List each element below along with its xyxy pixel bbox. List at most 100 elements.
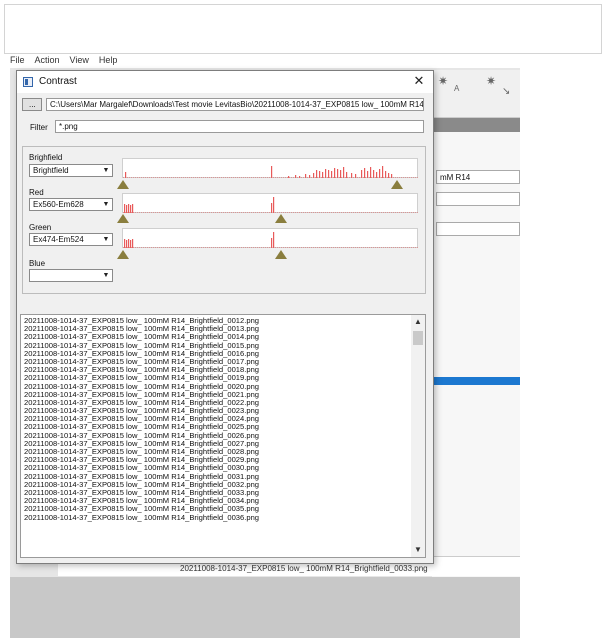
green-select[interactable]: Ex474-Em524 ▼ [29, 233, 113, 246]
dialog-title: Contrast [39, 76, 77, 87]
text-tool-icon[interactable]: A [454, 84, 459, 93]
green-select-value: Ex474-Em524 [33, 235, 84, 244]
red-select-value: Ex560-Em628 [33, 200, 84, 209]
main-selection-bar [432, 377, 520, 385]
histogram-bar [391, 174, 393, 178]
histogram-bar [271, 166, 273, 178]
histogram-bar [337, 169, 339, 178]
chevron-down-icon: ▼ [102, 167, 110, 174]
histogram-bar [346, 172, 348, 178]
histogram-bar [124, 204, 126, 213]
main-lower-area [10, 577, 520, 638]
path-field[interactable]: C:\Users\Mar Margalef\Downloads\Test mov… [46, 98, 424, 111]
histogram-bar [125, 172, 127, 178]
dialog-titlebar[interactable]: Contrast ✕ [17, 71, 433, 93]
histogram-bar [382, 166, 384, 178]
close-icon[interactable]: ✕ [411, 73, 427, 89]
histogram-bar [271, 203, 273, 213]
histogram-bar [370, 167, 372, 178]
blank-header-area [4, 4, 602, 54]
chevron-down-icon: ▼ [102, 272, 110, 279]
blue-select[interactable]: ▼ [29, 269, 113, 282]
chevron-down-icon[interactable]: ▼ [411, 543, 425, 557]
brightfield-low-marker[interactable] [117, 180, 129, 189]
green-high-marker[interactable] [275, 250, 287, 259]
histogram-bar [128, 204, 130, 213]
histogram-bar [322, 172, 324, 178]
histogram-bar [340, 170, 342, 178]
histogram-bar [385, 171, 387, 178]
histogram-bar [361, 170, 363, 178]
main-header-strip [432, 118, 520, 132]
brightfield-select[interactable]: Brightfield ▼ [29, 164, 113, 177]
file-list-items: 20211008-1014-37_EXP0815 low_ 100mM R14_… [24, 316, 409, 522]
menu-file[interactable]: File [10, 55, 25, 69]
histogram-bar [132, 204, 134, 213]
histogram-bar [130, 240, 132, 248]
histogram-bar [331, 171, 333, 178]
arrow-tool-icon[interactable]: ↘ [502, 86, 510, 97]
red-high-marker[interactable] [275, 214, 287, 223]
sun-tool-icon[interactable]: ✷ [438, 74, 448, 88]
menu-help[interactable]: Help [99, 55, 118, 69]
menu-view[interactable]: View [70, 55, 89, 69]
main-name-field[interactable]: mM R14 [436, 170, 520, 184]
list-item[interactable]: 20211008-1014-37_EXP0815 low_ 100mM R14_… [24, 513, 409, 522]
histogram-bar [355, 174, 357, 178]
histogram-bar [364, 168, 366, 178]
histogram-bar [271, 238, 273, 248]
histogram-bar [319, 171, 321, 178]
brightfield-histogram-svg [123, 166, 419, 178]
menu-action[interactable]: Action [35, 55, 60, 69]
main-field-3[interactable] [436, 222, 520, 236]
histogram-bar [305, 174, 307, 178]
histogram-bar [334, 168, 336, 178]
histogram-bar [130, 205, 132, 213]
filter-label: Filter [30, 123, 48, 132]
red-select[interactable]: Ex560-Em628 ▼ [29, 198, 113, 211]
green-histogram-svg [123, 232, 419, 248]
main-bottom-file: 20211008-1014-37_EXP0815 low_ 100mM R14_… [180, 564, 428, 573]
brightfield-label: Brighfield [29, 153, 63, 162]
histogram-bar [376, 172, 378, 178]
histogram-bar [299, 176, 301, 178]
brightfield-select-value: Brightfield [33, 166, 69, 175]
histogram-bar [295, 175, 297, 178]
file-list[interactable]: 20211008-1014-37_EXP0815 low_ 100mM R14_… [20, 314, 426, 558]
histogram-bar [128, 239, 130, 248]
histogram-bar [313, 173, 315, 178]
histogram-bar [132, 239, 134, 248]
histogram-bar [373, 170, 375, 178]
histogram-bar [328, 170, 330, 178]
histogram-bar [124, 239, 126, 248]
green-histogram [122, 228, 419, 248]
chevron-up-icon[interactable]: ▲ [411, 315, 425, 329]
main-field-2[interactable] [436, 192, 520, 206]
histogram-bar [126, 240, 128, 248]
red-histogram [122, 193, 419, 213]
histogram-bar [343, 167, 345, 178]
red-label: Red [29, 188, 44, 197]
window-app-icon [23, 77, 33, 87]
brightfield-histogram [122, 158, 419, 178]
histogram-bar [273, 232, 275, 248]
browse-button[interactable]: ... [22, 98, 42, 111]
histogram-bar [351, 173, 353, 178]
histogram-bar [379, 169, 381, 178]
histogram-bar [288, 176, 290, 178]
file-list-scrollbar[interactable]: ▲ ▼ [411, 315, 425, 557]
histogram-bar [325, 169, 327, 178]
main-toolbar: ✷ A ✷ ↘ [432, 70, 520, 118]
scroll-thumb[interactable] [413, 331, 423, 345]
histogram-bar [367, 171, 369, 178]
red-low-marker[interactable] [117, 214, 129, 223]
sun-tool-icon-2[interactable]: ✷ [486, 74, 496, 88]
chevron-down-icon: ▼ [102, 236, 110, 243]
green-label: Green [29, 223, 52, 232]
green-low-marker[interactable] [117, 250, 129, 259]
brightfield-high-marker[interactable] [391, 180, 403, 189]
histogram-bar [126, 205, 128, 213]
blue-label: Blue [29, 259, 46, 268]
filter-input[interactable]: *.png [55, 120, 424, 133]
red-histogram-svg [123, 197, 419, 213]
